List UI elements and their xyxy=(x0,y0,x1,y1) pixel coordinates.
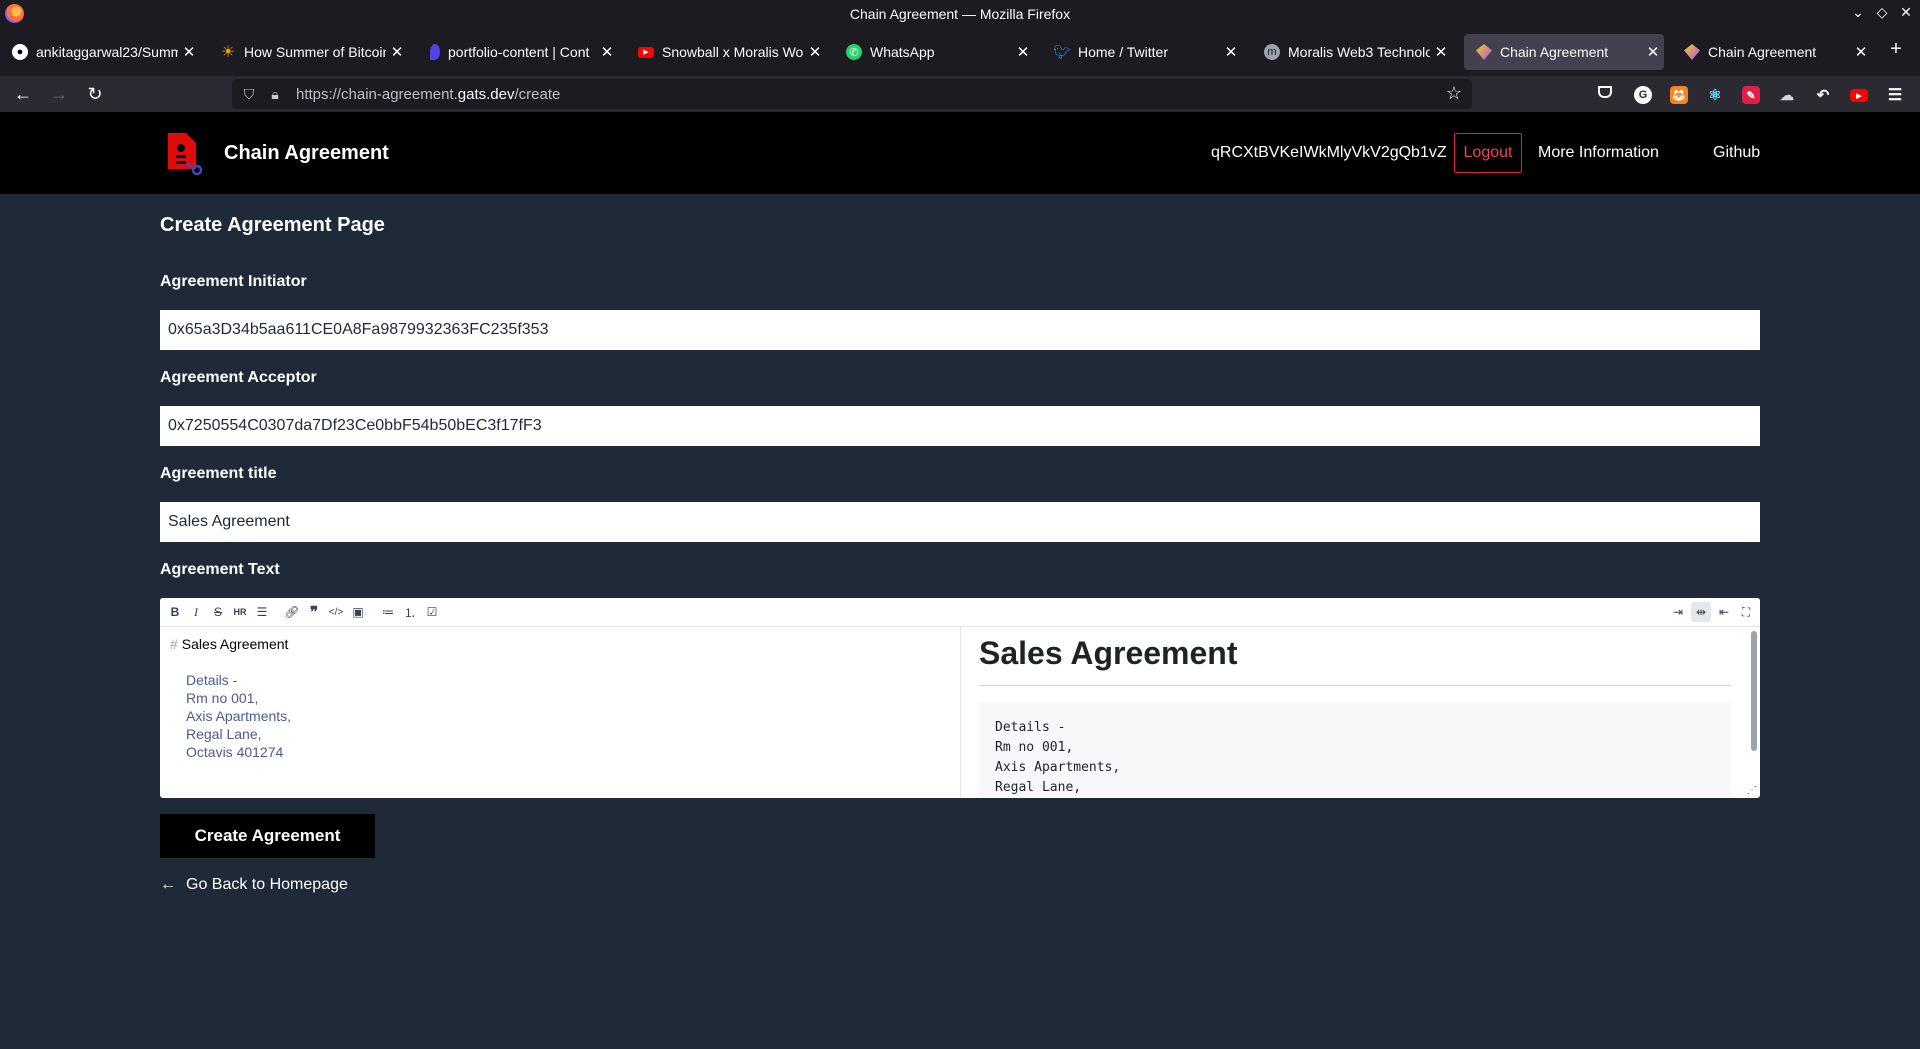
minimize-icon[interactable]: ⌄ xyxy=(1848,4,1868,21)
tab-close-icon[interactable]: ✕ xyxy=(386,43,408,61)
tab-moralis-web3[interactable]: m Moralis Web3 Technolog ✕ xyxy=(1252,34,1452,70)
title-label: Agreement title xyxy=(160,465,277,482)
tab-close-icon[interactable]: ✕ xyxy=(804,43,826,61)
tab-chain-agreement-active[interactable]: Chain Agreement ✕ xyxy=(1464,34,1664,70)
preview-divider xyxy=(979,685,1731,686)
notion-icon xyxy=(430,44,440,60)
edit-mode-icon[interactable]: ⇥ xyxy=(1668,602,1688,622)
sun-icon: ☀ xyxy=(220,44,236,61)
twitter-icon: 🐦︎ xyxy=(1053,43,1071,60)
chain-agreement-logo-icon[interactable] xyxy=(164,131,208,177)
metamask-icon[interactable]: 🦊︎ xyxy=(1670,86,1688,104)
new-tab-icon[interactable]: + xyxy=(1884,38,1908,61)
tab-summer-of-bitcoin[interactable]: ☀ How Summer of Bitcoin ✕ xyxy=(208,34,408,70)
initiator-input[interactable] xyxy=(160,310,1760,350)
image-icon[interactable]: ▣ xyxy=(348,602,368,622)
bookmark-star-icon[interactable]: ☆ xyxy=(1446,83,1462,104)
code-icon[interactable]: </> xyxy=(326,602,346,622)
window-title: Chain Agreement — Mozilla Firefox xyxy=(849,6,1071,22)
tab-close-icon[interactable]: ✕ xyxy=(1012,43,1034,61)
window-titlebar: Chain Agreement — Mozilla Firefox ⌄ ◇ ✕ xyxy=(0,0,1920,28)
tab-whatsapp[interactable]: ✆ WhatsApp ✕ xyxy=(834,34,1034,70)
arrow-left-icon: ← xyxy=(160,876,176,893)
tab-close-icon[interactable]: ✕ xyxy=(1430,43,1452,61)
source-code-block: Details - Rm no 001, Axis Apartments, Re… xyxy=(186,672,292,760)
whatsapp-icon: ✆ xyxy=(846,44,862,60)
acceptor-label: Agreement Acceptor xyxy=(160,369,317,386)
preview-code-text: Details - Rm no 001, Axis Apartments, Re… xyxy=(995,720,1121,795)
preview-code-block: Details - Rm no 001, Axis Apartments, Re… xyxy=(979,702,1731,798)
create-agreement-button[interactable]: Create Agreement xyxy=(160,814,375,858)
link-icon[interactable]: 🔗︎ xyxy=(282,602,302,622)
resize-grip-icon[interactable]: ⋰ xyxy=(1747,785,1757,796)
user-id: qRCXtBVKeIWkMlyVkV2gQb1vZ xyxy=(1211,144,1447,161)
extension-icon[interactable]: ☁ xyxy=(1778,86,1796,104)
preview-mode-icon[interactable]: ⇤ xyxy=(1714,602,1734,622)
reload-icon[interactable]: ↻ xyxy=(83,82,107,106)
go-back-link[interactable]: ← Go Back to Homepage xyxy=(160,876,348,894)
nav-toolbar: ← → ↻ ⛉ 🔒︎ https://chain-agreement.gats.… xyxy=(0,76,1920,112)
tab-github[interactable]: ● ankitaggarwal23/Summ ✕ xyxy=(0,34,200,70)
bold-icon[interactable]: B xyxy=(165,602,185,622)
pocket-icon[interactable] xyxy=(1598,86,1612,98)
checklist-icon[interactable]: ☑ xyxy=(422,602,442,622)
page-title: Create Agreement Page xyxy=(160,214,385,236)
split-view-icon[interactable]: ⇹ xyxy=(1691,602,1711,622)
editor-source-pane[interactable]: # Sales Agreement Details - Rm no 001, Ax… xyxy=(160,627,961,798)
color-picker-icon[interactable]: ✎ xyxy=(1742,86,1760,104)
markdown-editor: B I S HR ☰ 🔗︎ ❞ </> ▣ ≔ ⒈ ☑ ⇥ ⇹ ⇤ ⛶ # Sal… xyxy=(160,598,1760,798)
maximize-icon[interactable]: ◇ xyxy=(1872,4,1892,21)
horizontal-rule-icon[interactable]: ☰ xyxy=(252,602,272,622)
title-input[interactable] xyxy=(160,502,1760,542)
app-header: Chain Agreement qRCXtBVKeIWkMlyVkV2gQb1v… xyxy=(0,112,1920,194)
address-bar[interactable]: ⛉ 🔒︎ https://chain-agreement.gats.dev/cr… xyxy=(232,79,1472,109)
editor-preview-pane: Sales Agreement Details - Rm no 001, Axi… xyxy=(961,627,1760,798)
source-heading: # Sales Agreement xyxy=(170,636,289,652)
editor-scrollbar[interactable] xyxy=(1751,631,1757,751)
initiator-label: Agreement Initiator xyxy=(160,273,307,290)
italic-icon[interactable]: I xyxy=(186,602,206,622)
undo-arrow-icon[interactable]: ↶ xyxy=(1814,86,1832,104)
grammarly-icon[interactable]: G xyxy=(1634,86,1652,104)
menu-icon[interactable]: ☰ xyxy=(1886,86,1904,104)
text-label: Agreement Text xyxy=(160,561,280,578)
editor-toolbar: B I S HR ☰ 🔗︎ ❞ </> ▣ ≔ ⒈ ☑ ⇥ ⇹ ⇤ ⛶ xyxy=(160,598,1760,627)
tab-strip: ● ankitaggarwal23/Summ ✕ ☀ How Summer of… xyxy=(0,28,1920,76)
preview-heading: Sales Agreement xyxy=(979,635,1238,671)
heading-icon[interactable]: HR xyxy=(230,602,250,622)
unordered-list-icon[interactable]: ≔ xyxy=(378,602,398,622)
youtube-extension-icon[interactable]: ▶ xyxy=(1850,89,1868,102)
tab-close-icon[interactable]: ✕ xyxy=(178,43,200,61)
tab-twitter[interactable]: 🐦︎ Home / Twitter ✕ xyxy=(1042,34,1242,70)
firefox-logo-icon xyxy=(5,4,24,23)
ordered-list-icon[interactable]: ⒈ xyxy=(400,602,420,622)
tab-portfolio-content[interactable]: portfolio-content | Cont ✕ xyxy=(418,34,618,70)
fullscreen-icon[interactable]: ⛶ xyxy=(1736,602,1756,622)
moralis-icon: m xyxy=(1264,44,1280,60)
tab-chain-agreement[interactable]: Chain Agreement ✕ xyxy=(1672,34,1872,70)
lock-icon[interactable]: 🔒︎ xyxy=(266,86,284,103)
url-text[interactable]: https://chain-agreement.gats.dev/create xyxy=(296,86,560,103)
more-information-link[interactable]: More Information xyxy=(1538,144,1659,162)
strikethrough-icon[interactable]: S xyxy=(208,602,228,622)
github-icon: ● xyxy=(12,44,28,60)
logout-button[interactable]: Logout xyxy=(1454,133,1522,173)
youtube-icon: ▶ xyxy=(638,46,654,58)
brand-name[interactable]: Chain Agreement xyxy=(224,142,389,165)
forward-arrow-icon[interactable]: → xyxy=(47,82,71,106)
github-link[interactable]: Github xyxy=(1713,144,1760,162)
shield-icon[interactable]: ⛉ xyxy=(240,86,258,103)
tab-close-icon[interactable]: ✕ xyxy=(1850,43,1872,61)
tab-close-icon[interactable]: ✕ xyxy=(1642,43,1664,61)
acceptor-input[interactable] xyxy=(160,406,1760,446)
gatsby-icon xyxy=(1476,44,1492,60)
quote-icon[interactable]: ❞ xyxy=(304,602,324,622)
tab-close-icon[interactable]: ✕ xyxy=(1220,43,1242,61)
react-devtools-icon[interactable]: ⚛ xyxy=(1706,86,1724,104)
tab-close-icon[interactable]: ✕ xyxy=(596,43,618,61)
close-window-icon[interactable]: ✕ xyxy=(1896,4,1916,21)
tab-snowball-moralis[interactable]: ▶ Snowball x Moralis Work ✕ xyxy=(626,34,826,70)
gatsby-icon xyxy=(1684,44,1700,60)
back-arrow-icon[interactable]: ← xyxy=(11,82,35,106)
